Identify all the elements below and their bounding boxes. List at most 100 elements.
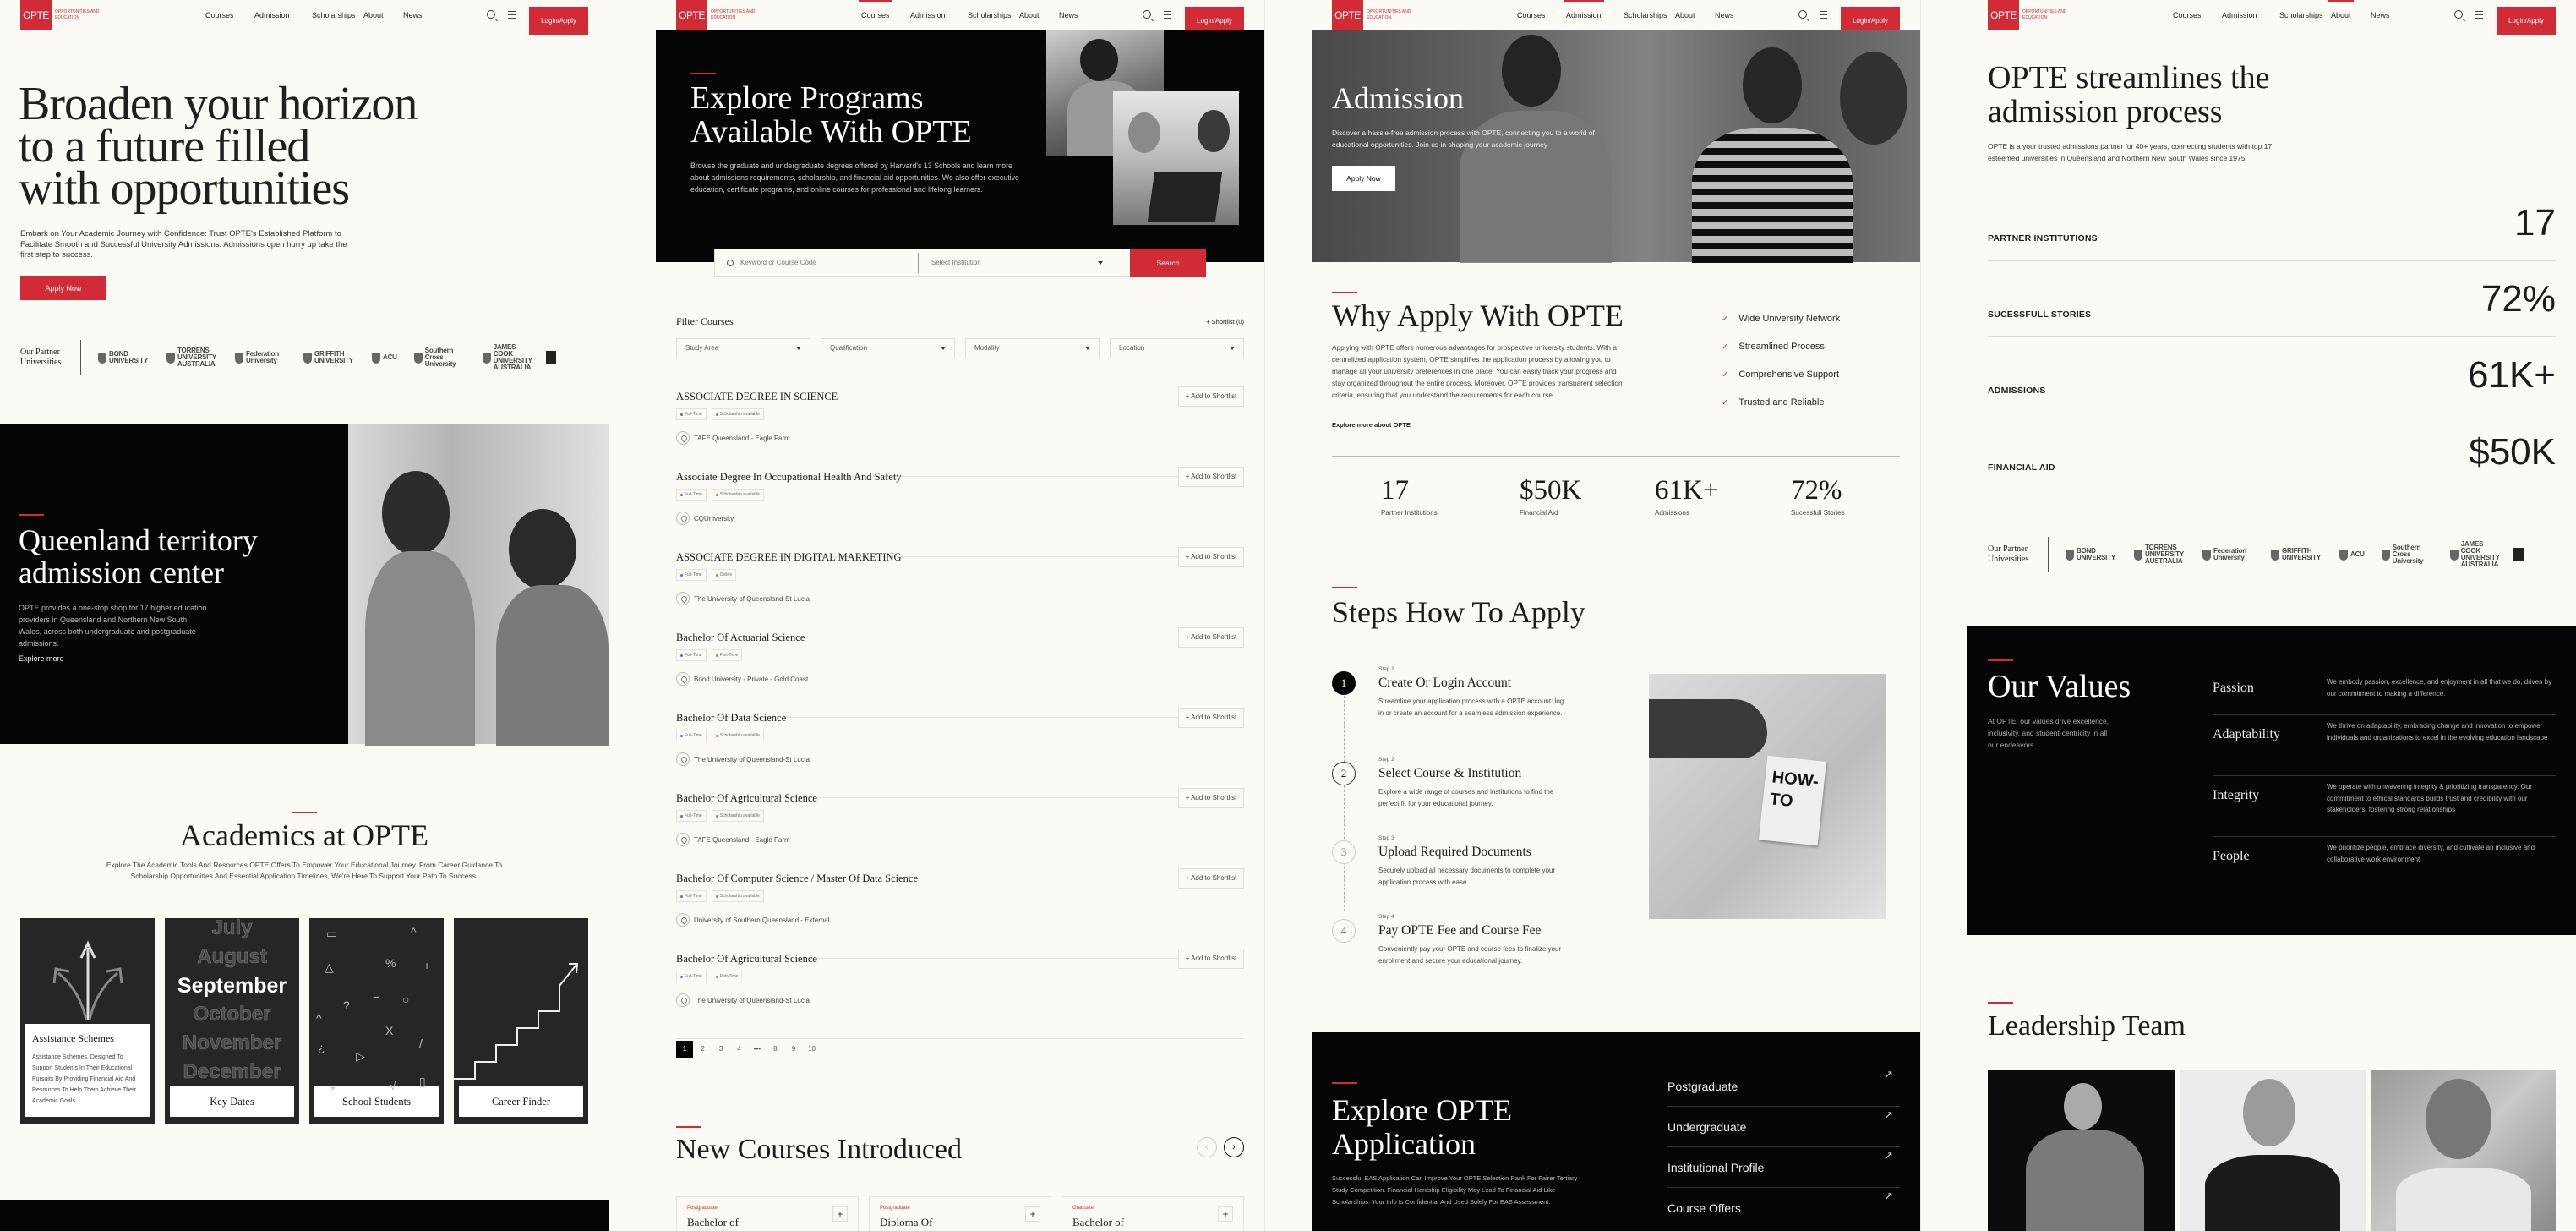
- nav-about[interactable]: About: [363, 0, 384, 30]
- partner-logo[interactable]: Southern Cross University: [413, 347, 466, 368]
- partner-logo[interactable]: TORRENS UNIVERSITY AUSTRALIA: [2134, 544, 2186, 565]
- value-row: Passion We embody passion, excellence, an…: [2213, 668, 2556, 715]
- partner-logo[interactable]: JAMES COOK UNIVERSITY AUSTRALIA: [482, 344, 534, 371]
- location-dropdown[interactable]: Location: [1110, 338, 1244, 358]
- add-course-button[interactable]: +: [1218, 1206, 1233, 1222]
- course-title[interactable]: Bachelor Of Computer Science / Master Of…: [676, 873, 918, 885]
- page-1[interactable]: 1: [676, 1041, 693, 1058]
- add-to-shortlist-button[interactable]: + Add to Shortlist: [1178, 949, 1244, 969]
- add-to-shortlist-button[interactable]: + Add to Shortlist: [1178, 868, 1244, 889]
- search-icon[interactable]: [1143, 10, 1151, 19]
- apply-now-button[interactable]: Apply Now: [1332, 166, 1395, 191]
- partner-logo[interactable]: Southern Cross University: [2381, 544, 2433, 565]
- partner-logo[interactable]: TORRENS UNIVERSITY AUSTRALIA: [166, 347, 218, 368]
- partner-logo[interactable]: BOND UNIVERSITY: [98, 351, 150, 364]
- partner-logo[interactable]: BOND UNIVERSITY: [2066, 548, 2117, 561]
- partner-logo[interactable]: Federation University: [235, 351, 287, 364]
- explore-more-link[interactable]: Explore more: [19, 654, 64, 663]
- explore-more-opte-link[interactable]: Explore more about OPTE: [1332, 421, 1411, 429]
- academic-card-career-finder[interactable]: Career Finder: [454, 918, 588, 1124]
- keyword-input[interactable]: Keyword or Course Code: [740, 249, 918, 276]
- nav-about[interactable]: About: [2328, 0, 2354, 30]
- partner-logo[interactable]: JAMES COOK UNIVERSITY AUSTRALIA: [2449, 541, 2502, 568]
- carousel-prev-button[interactable]: ‹: [1197, 1137, 1217, 1157]
- nav-about[interactable]: About: [1019, 0, 1040, 30]
- opte-logo[interactable]: OPTE: [1332, 0, 1363, 30]
- course-title[interactable]: Bachelor Of Data Science: [676, 712, 786, 725]
- hamburger-menu-icon[interactable]: [508, 11, 516, 19]
- qualification-dropdown[interactable]: Qualification: [821, 338, 955, 358]
- institution-select[interactable]: Select Institution: [919, 249, 1130, 276]
- link-postgraduate[interactable]: Postgraduate ↗: [1667, 1066, 1900, 1107]
- partner-logo[interactable]: GRIFFITH UNIVERSITY: [2271, 548, 2322, 561]
- add-to-shortlist-button[interactable]: + Add to Shortlist: [1178, 788, 1244, 808]
- nav-news[interactable]: News: [1715, 0, 1734, 30]
- hamburger-menu-icon[interactable]: [1164, 11, 1171, 19]
- search-icon[interactable]: [487, 10, 495, 19]
- course-title[interactable]: ASSOCIATE DEGREE IN DIGITAL MARKETING: [676, 551, 902, 564]
- add-to-shortlist-button[interactable]: + Add to Shortlist: [1178, 627, 1244, 648]
- course-title[interactable]: Bachelor Of Actuarial Science: [676, 632, 805, 644]
- search-button[interactable]: Search: [1130, 249, 1206, 277]
- nav-scholarships[interactable]: Scholarships: [2279, 0, 2323, 30]
- opte-logo[interactable]: OPTE: [1988, 0, 2019, 30]
- academic-card-key-dates[interactable]: July August September October November D…: [165, 918, 299, 1124]
- page-8[interactable]: 8: [767, 1041, 784, 1058]
- add-course-button[interactable]: +: [1025, 1206, 1040, 1222]
- search-icon[interactable]: [2454, 10, 2463, 19]
- nav-news[interactable]: News: [2371, 0, 2390, 30]
- new-course-card[interactable]: Postgraduate Diploma Of +: [869, 1196, 1051, 1231]
- login-apply-button[interactable]: Login/Apply: [529, 7, 588, 35]
- hamburger-menu-icon[interactable]: [2475, 11, 2483, 19]
- nav-scholarships[interactable]: Scholarships: [1624, 0, 1667, 30]
- nav-admission[interactable]: Admission: [254, 0, 290, 30]
- nav-courses[interactable]: Courses: [2173, 0, 2202, 30]
- add-to-shortlist-button[interactable]: + Add to Shortlist: [1178, 547, 1244, 567]
- partner-logo[interactable]: Federation University: [2202, 548, 2254, 561]
- add-to-shortlist-button[interactable]: + Add to Shortlist: [1178, 467, 1244, 487]
- nav-about[interactable]: About: [1675, 0, 1695, 30]
- apply-now-button[interactable]: Apply Now: [20, 276, 106, 300]
- course-title[interactable]: Associate Degree In Occupational Health …: [676, 471, 902, 484]
- opte-logo[interactable]: OPTE: [676, 0, 707, 30]
- link-institutional-profile[interactable]: Institutional Profile ↗: [1667, 1147, 1900, 1188]
- nav-courses[interactable]: Courses: [859, 0, 892, 30]
- academic-card-assistance[interactable]: Assistance Schemes Assistance Schemes, D…: [20, 918, 155, 1124]
- add-to-shortlist-button[interactable]: + Add to Shortlist: [1178, 708, 1244, 728]
- shortlist-button[interactable]: + Shortlist (0): [1206, 318, 1244, 326]
- course-title[interactable]: Bachelor Of Agricultural Science: [676, 953, 817, 966]
- nav-scholarships[interactable]: Scholarships: [312, 0, 356, 30]
- link-course-offers[interactable]: Course Offers ↗: [1667, 1188, 1900, 1228]
- course-title[interactable]: Bachelor Of Agricultural Science: [676, 792, 817, 805]
- course-title[interactable]: ASSOCIATE DEGREE IN SCIENCE: [676, 391, 838, 403]
- nav-admission[interactable]: Admission: [1564, 0, 1604, 30]
- partner-logo[interactable]: ACU: [2339, 549, 2365, 561]
- add-course-button[interactable]: +: [832, 1206, 848, 1222]
- add-to-shortlist-button[interactable]: + Add to Shortlist: [1178, 386, 1244, 407]
- carousel-next-button[interactable]: ›: [1224, 1137, 1244, 1157]
- academic-card-school-students[interactable]: School Students ▭ ^ △% +? − ○ ^ X ¿ / ▷ * √ ▯: [309, 918, 444, 1124]
- partner-logo[interactable]: GRIFFITH UNIVERSITY: [303, 351, 355, 364]
- search-icon[interactable]: [1798, 10, 1807, 19]
- page-2[interactable]: 2: [695, 1041, 712, 1058]
- page-3[interactable]: 3: [712, 1041, 729, 1058]
- nav-courses[interactable]: Courses: [1517, 0, 1546, 30]
- page-10[interactable]: 10: [804, 1041, 821, 1058]
- opte-logo[interactable]: OPTE: [20, 0, 52, 30]
- new-course-card[interactable]: Postgraduate Bachelor of +: [676, 1196, 859, 1231]
- nav-news[interactable]: News: [1059, 0, 1078, 30]
- nav-admission[interactable]: Admission: [2222, 0, 2257, 30]
- new-course-card[interactable]: Graduate Bachelor of +: [1062, 1196, 1244, 1231]
- partner-logo[interactable]: ACU: [372, 352, 397, 364]
- page-9[interactable]: 9: [785, 1041, 802, 1058]
- hamburger-menu-icon[interactable]: [1820, 11, 1827, 19]
- modality-dropdown[interactable]: Modality: [965, 338, 1100, 358]
- nav-admission[interactable]: Admission: [910, 0, 946, 30]
- study-area-dropdown[interactable]: Study Area: [676, 338, 810, 358]
- nav-courses[interactable]: Courses: [205, 0, 234, 30]
- login-apply-button[interactable]: Login/Apply: [2497, 7, 2556, 35]
- nav-scholarships[interactable]: Scholarships: [968, 0, 1012, 30]
- link-undergraduate[interactable]: Undergraduate ↗: [1667, 1107, 1900, 1147]
- nav-news[interactable]: News: [403, 0, 423, 30]
- page-4[interactable]: 4: [731, 1041, 748, 1058]
